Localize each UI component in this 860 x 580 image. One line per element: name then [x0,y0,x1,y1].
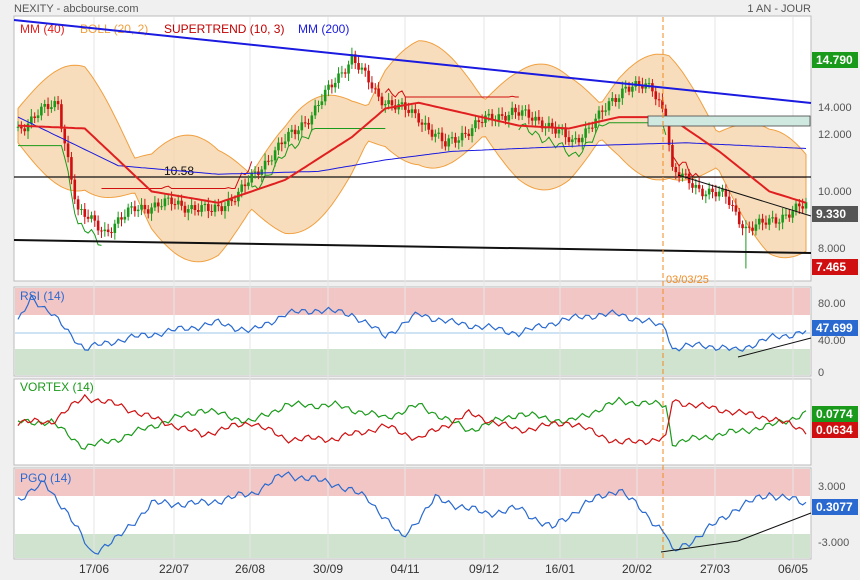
x-tick-4: 30/09 [313,562,343,576]
x-tick-5: 04/11 [390,562,419,576]
event-date-label: 03/03/25 [666,274,709,286]
price-last-badge: 9.330 [812,206,858,222]
price-low-badge: 7.465 [812,259,858,275]
pgo-upper-zone [15,469,810,496]
price-last-value: 9.330 [816,207,846,221]
x-tick-7: 16/01 [545,562,575,576]
x-tick-10: 06/05 [778,562,808,576]
rsi-tick-0: 0 [818,367,824,379]
price-tick-14: 14.000 [818,102,852,114]
rsi-tick-40: 40.00 [818,335,846,347]
legend-ma200: MM (200) [298,22,349,36]
rsi-value: 47.699 [816,321,853,335]
price-low-value: 7.465 [816,260,846,274]
x-tick-2: 22/07 [159,562,189,576]
vortex-minus-value: 0.0634 [816,423,853,437]
price-tick-12: 12.000 [818,129,852,141]
x-tick-6: 09/12 [469,562,499,576]
vortex-minus-badge: 0.0634 [812,422,858,438]
pgo-badge: 0.3077 [812,499,858,515]
vortex-title: VORTEX (14) [20,380,94,394]
price-high-value: 14.790 [816,53,853,67]
x-tick-9: 27/03 [700,562,730,576]
x-tick-8: 20/02 [622,562,652,576]
legend-supertrend: SUPERTREND (10, 3) [164,22,284,36]
pgo-lower-zone [15,534,810,558]
rsi-title: RSI (14) [20,289,65,303]
chart: NEXITY - abcbourse.com 1 AN - JOUR MM (4… [13,3,858,576]
vortex-plus-value: 0.0774 [816,407,853,421]
gap-zone [647,115,811,127]
price-high-badge: 14.790 [812,52,858,68]
rsi-tick-80: 80.00 [818,298,846,310]
price-tick-8: 8.000 [818,243,846,255]
rsi-overbought-zone [15,288,810,315]
x-tick-3: 26/08 [235,562,265,576]
pgo-value: 0.3077 [816,500,853,514]
period-label: 1 AN - JOUR [747,3,811,15]
rsi-badge: 47.699 [812,320,858,336]
price-tick-10: 10.000 [818,186,852,198]
vortex-plus-badge: 0.0774 [812,406,858,422]
x-tick-1: 17/06 [79,562,109,576]
rsi-oversold-zone [15,349,810,375]
source-title: NEXITY - abcbourse.com [14,3,139,15]
vortex-panel [13,378,812,466]
pgo-tick-3: 3.000 [818,481,846,493]
pgo-tick-neg3: -3.000 [818,537,849,549]
